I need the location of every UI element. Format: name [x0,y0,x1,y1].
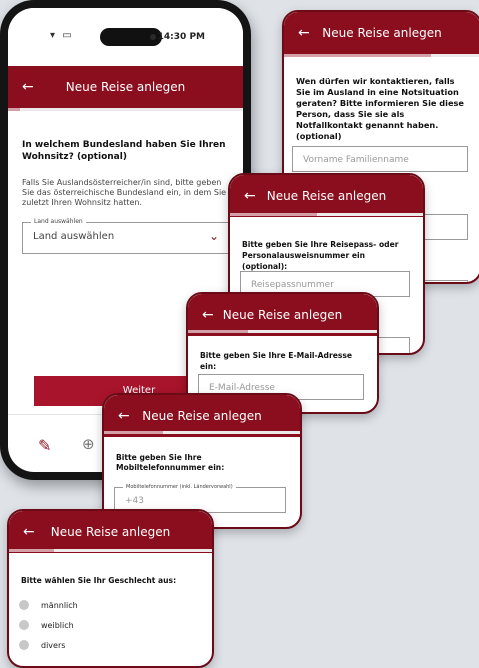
card-title: Neue Reise anlegen [266,189,387,203]
travel-register-icon[interactable]: ✎ [38,436,51,455]
question-text: Bitte geben Sie Ihre E-Mail-Adresse ein: [200,351,353,371]
question-text: Bitte wählen Sie Ihr Geschlecht aus: [21,576,177,585]
radio-option[interactable]: weiblich [19,615,199,635]
progress-fill [9,549,54,552]
progress-fill [230,213,317,216]
app-bar: ← Neue Reise anlegen [284,12,479,54]
select-legend: Land auswählen [31,217,86,227]
progress-fill [284,54,431,57]
app-bar: ← Neue Reise anlegen [8,66,243,108]
radio-option[interactable]: divers [19,635,199,655]
question-text: In welchem Bundesland haben Sie Ihren Wo… [22,140,226,162]
app-bar: ← Neue Reise anlegen [9,511,212,553]
page-title: Neue Reise anlegen [65,80,186,94]
signal-battery-icon: ▾ ▭ [50,30,74,41]
bundesland-select[interactable]: Land auswählen Land auswählen ⌄ [22,217,230,254]
question-text: Wen dürfen wir kontaktieren, falls Sie i… [296,76,464,141]
card-title: Neue Reise anlegen [50,525,171,539]
status-time: 14:30 PM [157,32,205,42]
progress-bar [8,108,243,111]
status-bar: ▾ ▭ 14:30 PM [8,8,243,66]
gender-options: männlich weiblich divers [19,595,199,655]
question-text: Bitte geben Sie Ihre Reisepass- oder Per… [242,240,399,271]
mobile-legend: Mobiltelefonnummer (inkl. Ländervorwahl) [123,482,236,492]
contact-name-input[interactable]: Vorname Familienname [292,146,468,172]
question-text: Bitte geben Sie Ihre Mobiltelefonnummer … [116,453,225,472]
card-title: Neue Reise anlegen [322,26,442,40]
app-bar: ← Neue Reise anlegen [230,175,423,217]
progress-fill [104,431,163,434]
globe-icon[interactable]: ⊕ [82,435,95,453]
camera-notch [100,28,162,46]
mobile-value: +43 [125,496,144,506]
radio-icon[interactable] [19,620,29,630]
select-value: Land auswählen [33,231,115,242]
progress-fill [8,108,20,111]
radio-option[interactable]: männlich [19,595,199,615]
progress-fill [188,330,249,333]
radio-icon[interactable] [19,600,29,610]
progress-bar [104,431,300,434]
radio-icon[interactable] [19,640,29,650]
hint-text: Falls Sie Auslandsösterreicher/in sind, … [22,178,227,207]
progress-bar [9,549,212,552]
progress-bar [284,54,479,57]
progress-bar [188,330,377,333]
chevron-down-icon: ⌄ [208,229,219,243]
progress-bar [230,213,423,216]
card-gender: ← Neue Reise anlegen Bitte wählen Sie Ih… [7,509,214,668]
